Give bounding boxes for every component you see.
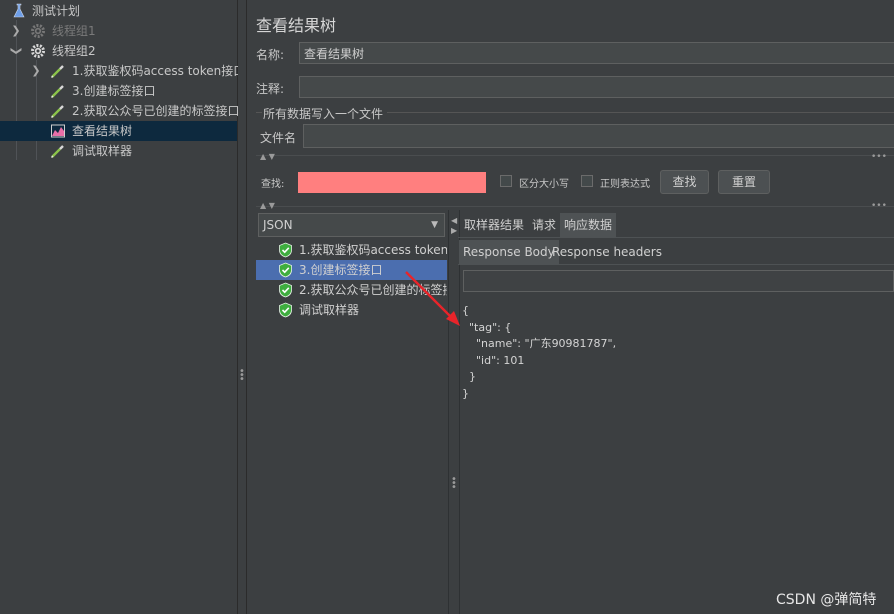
tree-item-sampler-3[interactable]: 3.创建标签接口 — [0, 81, 237, 101]
chevron-down-icon[interactable]: ❯ — [6, 46, 26, 56]
tree-item-label: 线程组2 — [52, 44, 96, 58]
chevron-right-icon[interactable]: ❯ — [11, 21, 21, 41]
pipette-icon — [51, 145, 64, 158]
tree-item-label: 1.获取鉴权码access token接口 — [72, 64, 246, 78]
tree-item-label: 查看结果树 — [72, 124, 133, 138]
more-dots-icon[interactable]: ••• — [871, 202, 887, 211]
tree-item-label: 线程组1 — [52, 24, 96, 38]
collapse-bar-divider — [256, 206, 894, 207]
search-input[interactable] — [298, 172, 486, 193]
section-divider — [256, 112, 262, 113]
tree-item-thread-group-2[interactable]: ❯ 线程组2 — [0, 41, 237, 61]
main-splitter[interactable]: • • • — [238, 0, 247, 614]
search-label: 查找: — [261, 179, 285, 190]
tree-item-label: 3.创建标签接口 — [72, 84, 156, 98]
tab-divider — [458, 237, 894, 238]
tab-response-headers[interactable]: Response headers — [548, 240, 666, 264]
response-body-text: { "tag": { "name": "广东90981787", "id": 1… — [462, 304, 617, 400]
tree-item-sampler-1[interactable]: ❯ 1.获取鉴权码access token接口 — [0, 61, 245, 81]
result-row[interactable]: 1.获取鉴权码access token接 — [256, 240, 447, 260]
chart-icon — [51, 124, 65, 138]
more-dots-icon[interactable]: ••• — [871, 153, 887, 162]
result-row-label: 1.获取鉴权码access token接 — [299, 243, 447, 257]
tree-item-test-plan[interactable]: 测试计划 — [0, 1, 237, 21]
section-divider — [387, 112, 894, 113]
tree-item-view-results-tree[interactable]: 查看结果树 — [0, 121, 237, 141]
comment-field[interactable] — [299, 76, 894, 98]
tab-request[interactable]: 请求 — [528, 213, 560, 237]
tree-item-thread-group-1[interactable]: ❯ 线程组1 — [0, 21, 237, 41]
tree-item-label: 2.获取公众号已创建的标签接口 — [72, 104, 240, 118]
pipette-icon — [51, 65, 64, 78]
page-title: 查看结果树 — [256, 16, 337, 35]
case-sensitive-checkbox[interactable] — [500, 175, 512, 187]
tab-sampler-result[interactable]: 取样器结果 — [460, 213, 528, 237]
find-button[interactable]: 查找 — [660, 170, 709, 194]
collapse-arrows-icon[interactable]: ◀ ▶ — [451, 216, 457, 236]
result-row-label: 3.创建标签接口 — [299, 263, 383, 277]
flask-icon — [13, 3, 25, 18]
collapse-arrows-icon[interactable]: ▲ ▼ — [260, 202, 275, 210]
write-all-data-section-title: 所有数据写入一个文件 — [263, 107, 384, 121]
reset-button[interactable]: 重置 — [718, 170, 770, 194]
comment-label: 注释: — [256, 82, 285, 96]
gear-icon — [31, 44, 45, 58]
name-field[interactable]: 查看结果树 — [299, 42, 894, 64]
success-shield-icon — [279, 302, 292, 318]
response-filter-input[interactable] — [463, 270, 894, 292]
tree-item-sampler-2[interactable]: 2.获取公众号已创建的标签接口 — [0, 101, 240, 121]
filename-field[interactable] — [303, 124, 894, 148]
annotation-arrow-icon — [405, 271, 460, 326]
collapse-bar-divider — [256, 155, 894, 156]
tree-item-label: 调试取样器 — [72, 144, 133, 158]
gear-icon — [31, 24, 45, 38]
success-shield-icon — [279, 262, 292, 278]
pipette-icon — [51, 105, 64, 118]
test-plan-tree: 测试计划 ❯ 线程组1 ❯ 线程组2 ❯ 1.获取鉴权码access token… — [0, 0, 245, 614]
name-label: 名称: — [256, 48, 285, 62]
renderer-select[interactable]: JSON ▼ — [258, 213, 445, 237]
regex-label: 正则表达式 — [600, 179, 650, 190]
tab-divider — [458, 264, 894, 265]
success-shield-icon — [279, 242, 292, 258]
result-row-label: 调试取样器 — [299, 303, 360, 317]
chevron-right-icon[interactable]: ❯ — [31, 61, 41, 81]
tab-response-data[interactable]: 响应数据 — [560, 213, 617, 237]
case-sensitive-label: 区分大小写 — [519, 179, 569, 190]
success-shield-icon — [279, 282, 292, 298]
tab-response-body[interactable]: Response Body — [459, 240, 559, 264]
tree-item-label: 测试计划 — [32, 4, 81, 18]
renderer-selected-value: JSON — [263, 218, 293, 232]
filename-label: 文件名 — [260, 131, 297, 145]
splitter-grip-icon: • • • — [451, 474, 457, 493]
splitter-grip-icon: • • • — [239, 366, 245, 385]
chevron-down-icon: ▼ — [431, 220, 438, 230]
tree-item-debug-sampler[interactable]: 调试取样器 — [0, 141, 237, 161]
collapse-arrows-icon[interactable]: ▲ ▼ — [260, 153, 275, 161]
pipette-icon — [51, 85, 64, 98]
watermark: CSDN @弹简特 — [776, 592, 877, 608]
regex-checkbox[interactable] — [581, 175, 593, 187]
